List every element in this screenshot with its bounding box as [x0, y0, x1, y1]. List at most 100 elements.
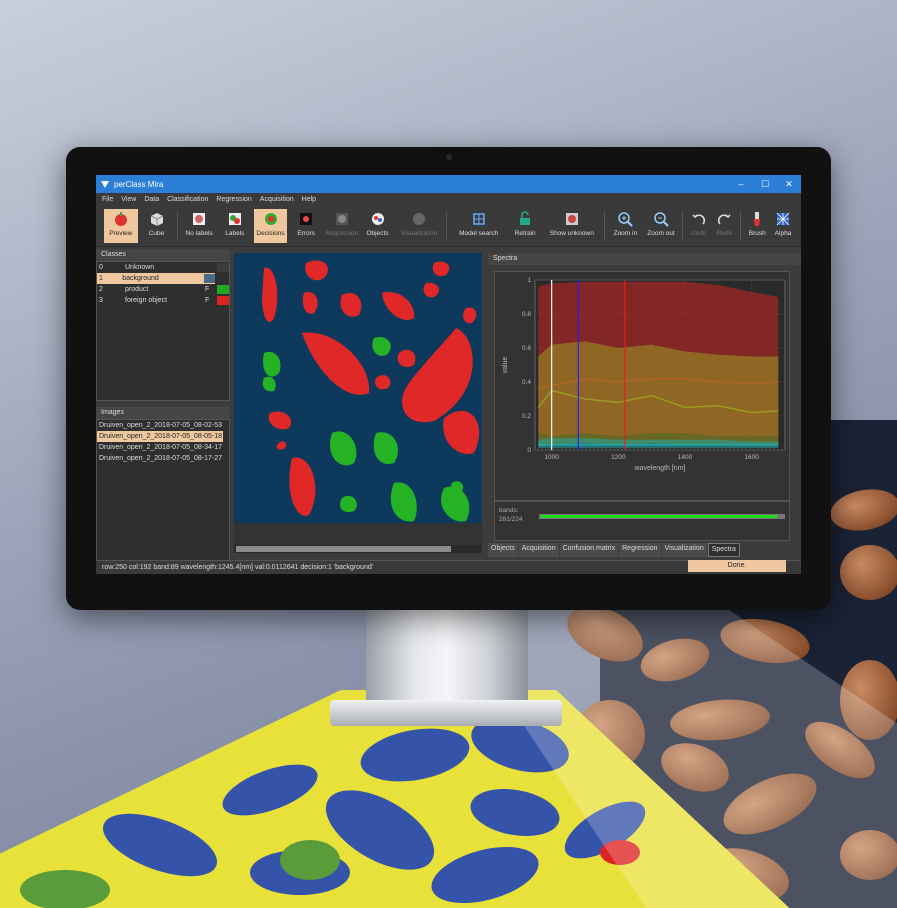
class-color-swatch [217, 285, 229, 294]
no-labels-label: No labels [185, 230, 213, 237]
class-name: Unknown [125, 264, 155, 271]
image-view-footer [234, 523, 482, 545]
regression-label: Regression [325, 230, 359, 237]
class-flag: F [205, 286, 210, 293]
camera-icon [446, 154, 452, 160]
tab-confusion-matrix[interactable]: Confusion matrix [559, 543, 619, 557]
decision-image [262, 260, 480, 522]
bands-count: 281/224 [499, 516, 523, 523]
toolbar-separator [740, 211, 742, 241]
zoom-out-icon [654, 212, 669, 227]
decisions-label: Decisions [256, 230, 285, 237]
spectra-plot[interactable]: 0 0.2 0.4 0.6 0.8 1 1000 1200 1400 1600 wavelength… [494, 271, 790, 501]
series-band-1 [538, 341, 779, 447]
image-row[interactable]: Druiven_open_2_2018-07-05_08-05-18 [97, 431, 223, 442]
monitor-stand [366, 605, 528, 710]
y-tick-label: 0.4 [522, 379, 531, 386]
class-color-swatch [217, 296, 229, 305]
image-row[interactable]: Druiven_open_2_2018-07-05_08-34-17 [97, 442, 229, 453]
image-view[interactable] [234, 253, 482, 523]
class-index: 0 [99, 264, 103, 271]
maximize-button[interactable]: ☐ [753, 179, 777, 190]
cube-button[interactable]: Cube [140, 209, 174, 243]
alpha-label: Alpha [774, 230, 792, 237]
alpha-icon [776, 212, 790, 226]
show-unknown-label: Show unknown [549, 230, 594, 237]
visualization-button[interactable]: Visualization [396, 209, 442, 243]
menu-classification[interactable]: Classification [167, 196, 208, 203]
visualization-label: Visualization [400, 230, 438, 237]
scrollbar-thumb[interactable] [236, 546, 451, 552]
image-row[interactable]: Druiven_open_2_2018-07-05_08-02-53 [97, 420, 229, 431]
done-button[interactable]: Done. [688, 560, 786, 572]
no-labels-button[interactable]: No labels [182, 209, 216, 243]
toolbar-separator [177, 211, 179, 241]
bands-range[interactable] [541, 515, 777, 518]
regression-button[interactable]: Regression [325, 209, 359, 243]
retrain-button[interactable]: Retrain [508, 209, 542, 243]
model-search-label: Model search [459, 230, 499, 237]
undo-button[interactable]: Undo [687, 209, 711, 243]
zoom-out-label: Zoom out [647, 230, 675, 237]
bands-label: bands: 281/224 [499, 506, 523, 524]
close-button[interactable]: ✕ [777, 179, 801, 190]
preview-button[interactable]: Preview [104, 209, 138, 243]
brush-button[interactable]: Brush [745, 209, 769, 243]
x-tick-label: 1200 [611, 454, 626, 461]
zoom-in-label: Zoom in [613, 230, 638, 237]
zoom-in-icon [618, 212, 634, 227]
minimize-button[interactable]: – [729, 179, 753, 189]
y-tick-label: 1 [527, 277, 531, 284]
toolbar-separator [681, 211, 683, 241]
menu-view[interactable]: View [121, 196, 136, 203]
zoom-in-button[interactable]: Zoom in [609, 209, 643, 243]
spectra-tabs: Objects Acquisition Confusion matrix Reg… [488, 543, 740, 557]
window-title: perClass Mira [114, 179, 164, 189]
show-unknown-icon [565, 213, 578, 225]
image-row[interactable]: Druiven_open_2_2018-07-05_08-17-27 [97, 453, 229, 464]
class-row[interactable]: 3 foreign object F [97, 295, 229, 306]
class-name: background [122, 275, 159, 282]
preview-label: Preview [109, 230, 133, 237]
model-search-button[interactable]: Model search [451, 209, 506, 243]
y-tick-label: 0.8 [522, 311, 531, 318]
class-row[interactable]: 1 background [97, 273, 215, 284]
undo-label: Undo [690, 230, 707, 237]
tab-regression[interactable]: Regression [619, 543, 661, 557]
redo-button[interactable]: Redo [713, 209, 737, 243]
image-scrollbar[interactable] [234, 545, 482, 553]
undo-icon [692, 214, 705, 225]
tab-objects[interactable]: Objects [488, 543, 518, 557]
class-name: foreign object [125, 297, 168, 304]
tab-acquisition[interactable]: Acquisition [518, 543, 559, 557]
decisions-button[interactable]: Decisions [253, 209, 288, 243]
bands-slider-panel: bands: 281/224 [494, 501, 790, 541]
menu-help[interactable]: Help [302, 196, 316, 203]
class-index: 1 [99, 275, 103, 282]
class-row[interactable]: 0 Unknown [97, 262, 229, 273]
errors-icon [300, 213, 313, 225]
spectra-panel: Spectra 0 0.2 0.4 0.6 0.8 1 1000 1200 1400 1600 wa… [488, 253, 801, 563]
objects-button[interactable]: Objects [361, 209, 395, 243]
errors-label: Errors [297, 230, 316, 237]
labels-button[interactable]: Labels [218, 209, 252, 243]
classes-header: Classes [96, 249, 230, 261]
menu-data[interactable]: Data [144, 196, 159, 203]
labels-icon [228, 213, 241, 225]
title-bar: perClass Mira – ☐ ✕ [96, 175, 801, 193]
tab-visualization[interactable]: Visualization [661, 543, 707, 557]
show-unknown-button[interactable]: Show unknown [544, 209, 599, 243]
alpha-button[interactable]: Alpha [771, 209, 795, 243]
retrain-icon [520, 211, 531, 225]
menu-file[interactable]: File [102, 196, 113, 203]
menu-acquisition[interactable]: Acquisition [260, 196, 294, 203]
retrain-label: Retrain [514, 230, 536, 237]
class-row[interactable]: 2 product F [97, 284, 229, 295]
zoom-out-button[interactable]: Zoom out [644, 209, 678, 243]
cube-icon [150, 213, 163, 226]
errors-button[interactable]: Errors [289, 209, 323, 243]
preview-icon [114, 212, 127, 226]
spectra-chart: 0 0.2 0.4 0.6 0.8 1 1000 1200 1400 1600 wavelength… [502, 277, 786, 472]
menu-regression[interactable]: Regression [216, 196, 251, 203]
tab-spectra[interactable]: Spectra [707, 543, 740, 557]
